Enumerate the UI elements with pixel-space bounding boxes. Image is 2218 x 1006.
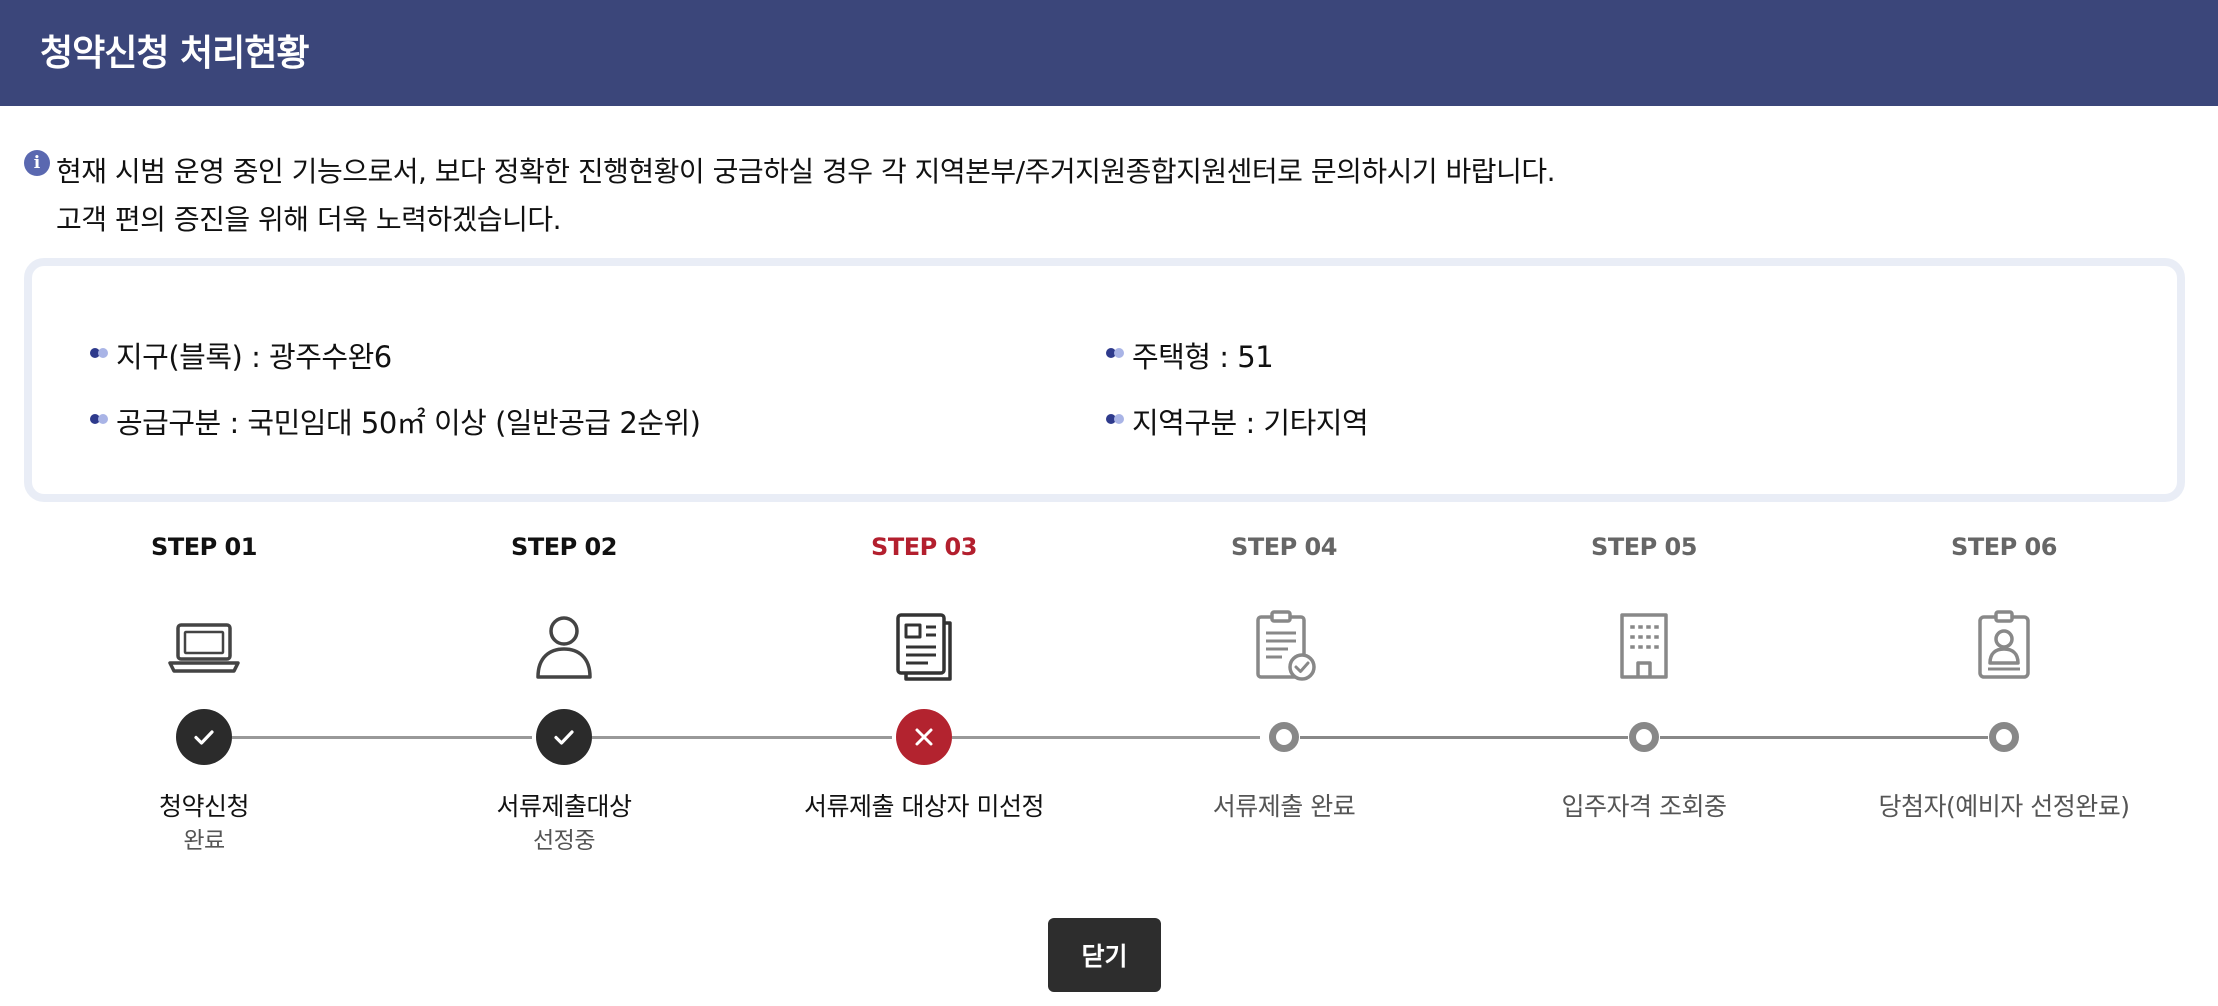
bullet-icon (90, 348, 108, 358)
step-5-status (1629, 722, 1659, 752)
clipboard-check-icon (1244, 607, 1324, 687)
step-1-status (176, 709, 232, 765)
step-6-status (1989, 722, 2019, 752)
page-header: 청약신청 처리현황 (0, 0, 2218, 106)
step-6-label: STEP 06 (1951, 533, 2057, 561)
step-connector (952, 736, 1260, 739)
notice-line-1: 현재 시범 운영 중인 기능으로서, 보다 정확한 진행현황이 궁금하실 경우 … (56, 155, 1556, 188)
step-4-text: 서류제출 완료 (1212, 792, 1356, 821)
step-connector (232, 736, 532, 739)
laptop-icon (164, 607, 244, 687)
step-2-text: 서류제출대상 선정중 (496, 792, 632, 854)
bullet-icon (1106, 348, 1124, 358)
step-4-status (1269, 722, 1299, 752)
step-connector (592, 736, 892, 739)
page-title: 청약신청 처리현황 (40, 33, 309, 74)
step-5-label: STEP 05 (1591, 533, 1697, 561)
step-3-status (896, 709, 952, 765)
close-button[interactable]: 닫기 (1048, 918, 1161, 992)
step-5-text: 입주자격 조회중 (1561, 792, 1727, 821)
step-1-label: STEP 01 (151, 533, 257, 561)
id-badge-icon (1964, 607, 2044, 687)
step-2-status (536, 709, 592, 765)
application-info-box: 지구(블록) : 광주수완6 공급구분 : 국민임대 50㎡ 이상 (일반공급 … (24, 258, 2185, 502)
step-1-text: 청약신청 완료 (158, 792, 250, 854)
step-connector (1300, 736, 1628, 739)
step-connector (1660, 736, 1988, 739)
document-icon (884, 607, 964, 687)
notice-line-2: 고객 편의 증진을 위해 더욱 노력하겠습니다. (56, 203, 562, 236)
step-6-text: 당첨자(예비자 선정완료) (1878, 792, 2130, 821)
step-3-label: STEP 03 (871, 533, 977, 561)
step-2-label: STEP 02 (511, 533, 617, 561)
building-icon (1604, 607, 1684, 687)
bullet-icon (90, 414, 108, 424)
info-icon: i (24, 150, 50, 176)
step-4-label: STEP 04 (1231, 533, 1337, 561)
person-icon (524, 607, 604, 687)
step-3-text: 서류제출 대상자 미선정 (804, 792, 1044, 821)
bullet-icon (1106, 414, 1124, 424)
